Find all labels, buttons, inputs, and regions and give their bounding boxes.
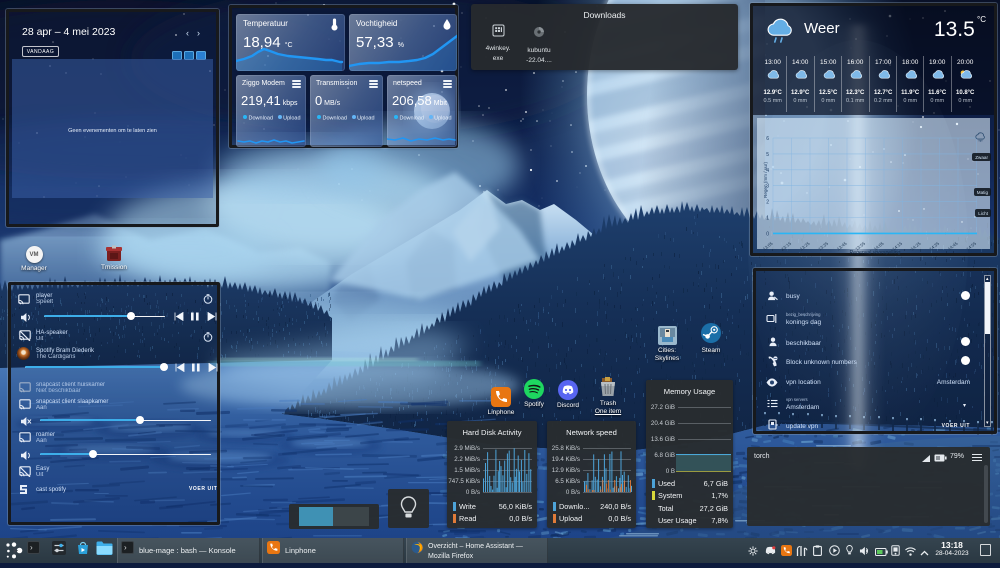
svg-text:Regen (mm / uur): Regen (mm / uur) — [763, 162, 768, 198]
svg-text:13:15: 13:15 — [780, 241, 792, 252]
svg-text:14:25: 14:25 — [910, 241, 922, 252]
svg-text:13:45: 13:45 — [836, 241, 848, 252]
svg-text:14:55: 14:55 — [965, 241, 977, 252]
svg-text:0: 0 — [766, 231, 769, 237]
svg-text:Regenval voorspelling: Regenval voorspelling — [849, 250, 900, 256]
svg-text:13:05: 13:05 — [762, 241, 774, 252]
svg-text:1: 1 — [766, 216, 769, 222]
svg-text:14:45: 14:45 — [947, 241, 959, 252]
svg-text:13:25: 13:25 — [799, 241, 811, 252]
svg-text:6: 6 — [766, 136, 769, 142]
svg-text:14:35: 14:35 — [928, 241, 940, 252]
svg-text:5: 5 — [766, 152, 769, 158]
svg-text:2: 2 — [766, 200, 769, 206]
svg-text:13:35: 13:35 — [817, 241, 829, 252]
